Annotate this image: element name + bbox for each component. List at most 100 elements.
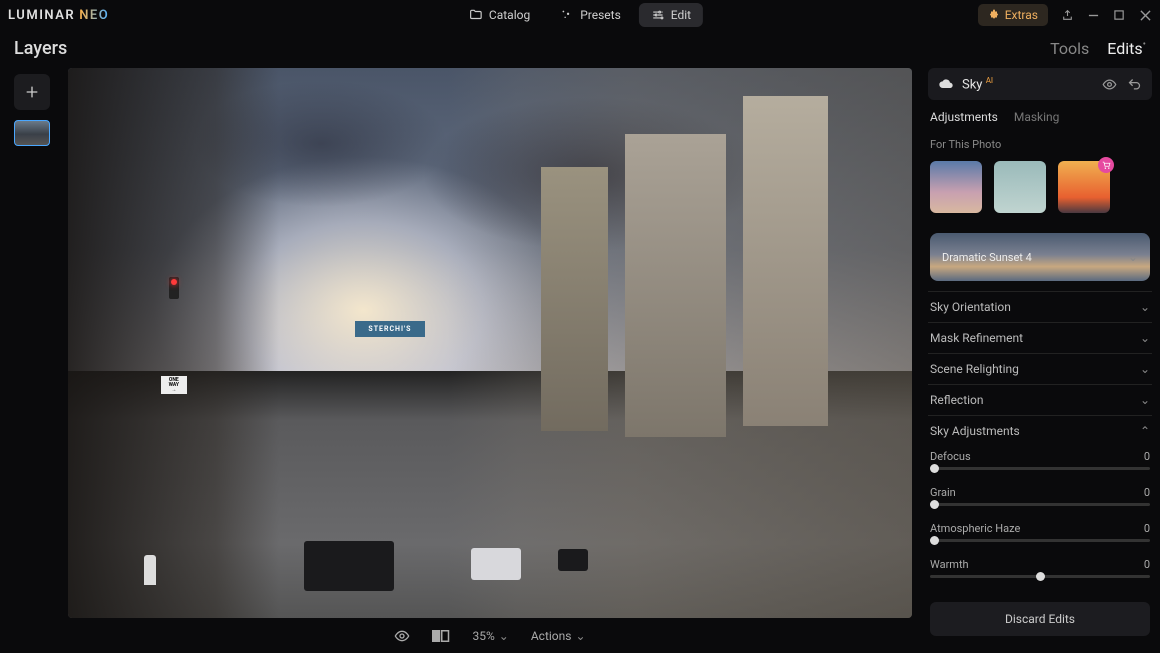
- minimize-button[interactable]: [1086, 8, 1100, 22]
- chevron-down-icon: ⌄: [575, 629, 585, 643]
- maximize-button[interactable]: [1112, 8, 1126, 22]
- photo-traffic-light: [169, 277, 179, 299]
- chevron-down-icon: ⌄: [1128, 250, 1138, 264]
- slider-haze: Atmospheric Haze0: [930, 518, 1150, 554]
- photo-facade: [541, 167, 609, 431]
- sub-tab-masking[interactable]: Masking: [1014, 110, 1060, 124]
- layer-thumbnail[interactable]: [14, 120, 50, 146]
- edits-panel: Sky AI Adjustments Masking For This Phot…: [920, 68, 1160, 653]
- slider-track[interactable]: [930, 503, 1150, 506]
- window-controls: Extras: [978, 4, 1152, 26]
- chevron-down-icon: ⌄: [1140, 362, 1150, 376]
- sub-header: Layers Tools Edits•: [0, 30, 1160, 65]
- tool-sub-tabs: Adjustments Masking: [928, 110, 1152, 134]
- slider-knob[interactable]: [930, 536, 939, 545]
- sky-preset-thumb[interactable]: [1058, 161, 1110, 213]
- sky-adjustments-sliders: Defocus0 Grain0 Atmospheric Haze0 Warmth…: [928, 446, 1152, 596]
- plus-icon: [24, 84, 40, 100]
- slider-defocus: Defocus0: [930, 446, 1150, 482]
- extras-label: Extras: [1005, 8, 1038, 22]
- main-nav: Catalog Presets Edit: [457, 3, 703, 27]
- chevron-up-icon: ⌃: [1140, 424, 1150, 438]
- slider-warmth: Warmth0: [930, 554, 1150, 590]
- tool-header-actions: [1102, 77, 1142, 92]
- photo-sign: STERCHI'S: [355, 321, 425, 337]
- section-reflection[interactable]: Reflection⌄: [928, 384, 1152, 415]
- selected-sky-label: Dramatic Sunset 4: [942, 251, 1128, 264]
- nav-edit[interactable]: Edit: [639, 3, 703, 27]
- layers-title: Layers: [14, 38, 67, 59]
- for-this-photo-label: For This Photo: [930, 138, 1152, 151]
- slider-track[interactable]: [930, 539, 1150, 542]
- extras-button[interactable]: Extras: [978, 4, 1048, 26]
- chevron-down-icon: ⌄: [1140, 300, 1150, 314]
- compare-icon: [432, 629, 450, 643]
- section-scene-relighting[interactable]: Scene Relighting⌄: [928, 353, 1152, 384]
- slider-track[interactable]: [930, 575, 1150, 578]
- chevron-down-icon: ⌄: [1140, 393, 1150, 407]
- share-icon: [1061, 9, 1074, 22]
- photo-buildings-left: [68, 68, 279, 618]
- sky-preset-thumb[interactable]: [994, 161, 1046, 213]
- close-icon: [1140, 10, 1151, 21]
- maximize-icon: [1114, 10, 1125, 21]
- photo-facade: [625, 134, 726, 437]
- nav-presets-label: Presets: [580, 8, 621, 22]
- cloud-icon: [938, 76, 954, 92]
- minimize-icon: [1088, 10, 1099, 21]
- logo-text-a: LUMINAR: [8, 8, 75, 23]
- tab-edits[interactable]: Edits•: [1107, 39, 1146, 58]
- slider-knob[interactable]: [930, 464, 939, 473]
- tab-tools[interactable]: Tools: [1050, 39, 1089, 58]
- nav-edit-label: Edit: [671, 8, 691, 22]
- close-button[interactable]: [1138, 8, 1152, 22]
- sub-tab-adjustments[interactable]: Adjustments: [930, 110, 998, 124]
- title-bar: LUMINAR NEO Catalog Presets Edit Extras: [0, 0, 1160, 30]
- slider-knob[interactable]: [930, 500, 939, 509]
- photo-viewport[interactable]: STERCHI'S ONEWAY→: [68, 68, 912, 618]
- nav-catalog[interactable]: Catalog: [457, 3, 542, 27]
- logo-text-b: NEO: [79, 8, 109, 23]
- right-panel-tabs: Tools Edits•: [1050, 39, 1146, 58]
- sky-suggestions: [928, 161, 1152, 213]
- chevron-down-icon: ⌄: [1140, 331, 1150, 345]
- sparkle-icon: [560, 8, 574, 22]
- main-area: STERCHI'S ONEWAY→ 35% ⌄ Actions ⌄ Sky AI: [0, 68, 1160, 653]
- sky-preset-thumb[interactable]: [930, 161, 982, 213]
- section-sky-adjustments[interactable]: Sky Adjustments⌃: [928, 415, 1152, 446]
- chevron-down-icon: ⌄: [499, 629, 509, 643]
- app-logo: LUMINAR NEO: [8, 8, 109, 23]
- sliders-icon: [651, 8, 665, 22]
- nav-presets[interactable]: Presets: [548, 3, 633, 27]
- nav-catalog-label: Catalog: [489, 8, 530, 22]
- canvas-toolbar: 35% ⌄ Actions ⌄: [68, 618, 912, 653]
- photo-person: [144, 555, 156, 585]
- photo-oneway-sign: ONEWAY→: [161, 376, 187, 394]
- photo-facade: [743, 96, 827, 426]
- eye-icon: [394, 628, 410, 644]
- ai-badge: AI: [986, 76, 993, 85]
- compare-toggle[interactable]: [432, 629, 450, 643]
- discard-edits-button[interactable]: Discard Edits: [930, 602, 1150, 636]
- canvas-area: STERCHI'S ONEWAY→ 35% ⌄ Actions ⌄: [60, 68, 920, 653]
- section-sky-orientation[interactable]: Sky Orientation⌄: [928, 291, 1152, 322]
- share-button[interactable]: [1060, 8, 1074, 22]
- undo-icon[interactable]: [1127, 77, 1142, 92]
- slider-track[interactable]: [930, 467, 1150, 470]
- zoom-level[interactable]: 35% ⌄: [472, 629, 508, 643]
- folder-icon: [469, 8, 483, 22]
- actions-menu[interactable]: Actions ⌄: [531, 629, 586, 643]
- section-mask-refinement[interactable]: Mask Refinement⌄: [928, 322, 1152, 353]
- slider-knob[interactable]: [1036, 572, 1045, 581]
- add-layer-button[interactable]: [14, 74, 50, 110]
- tool-header[interactable]: Sky AI: [928, 68, 1152, 100]
- puzzle-icon: [988, 9, 1000, 21]
- visibility-toggle[interactable]: [394, 628, 410, 644]
- tool-name: Sky AI: [962, 76, 1094, 92]
- photo-cars: [279, 481, 785, 591]
- selected-sky-dropdown[interactable]: Dramatic Sunset 4 ⌄: [930, 233, 1150, 281]
- layers-panel: [0, 68, 60, 653]
- slider-grain: Grain0: [930, 482, 1150, 518]
- eye-icon[interactable]: [1102, 77, 1117, 92]
- cart-badge-icon[interactable]: [1098, 157, 1114, 173]
